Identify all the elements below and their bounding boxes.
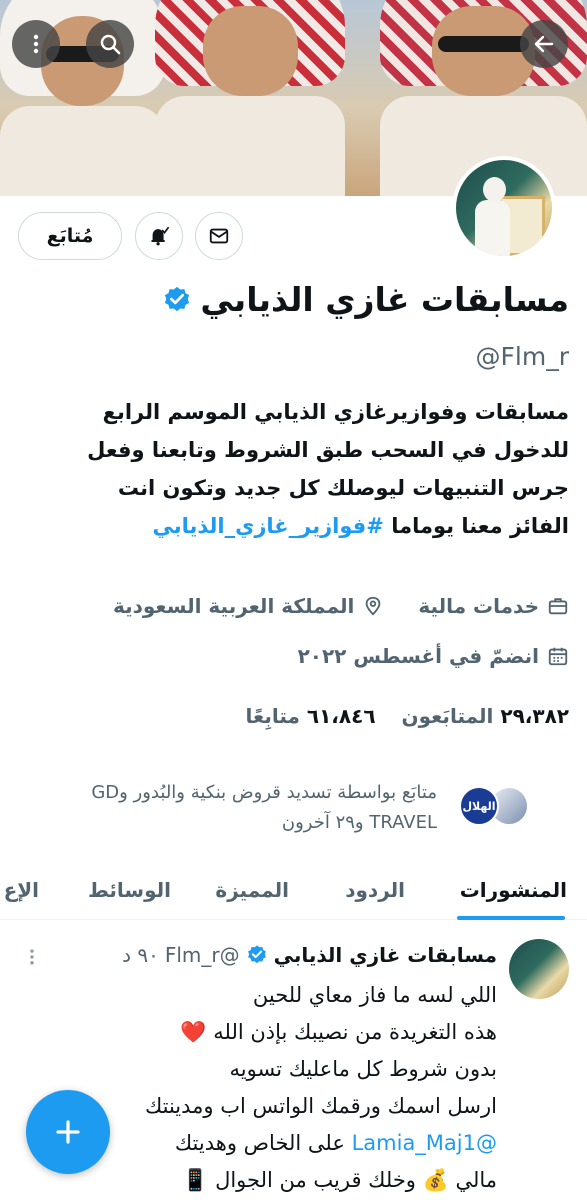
profile-avatar[interactable]: [452, 156, 556, 260]
message-button[interactable]: [195, 212, 243, 260]
banner-person-center: [155, 0, 345, 196]
post-line: اللي لسه ما فاز معاي للحين: [252, 983, 497, 1007]
mini-avatar: الهلال: [459, 786, 499, 826]
notifications-button[interactable]: [135, 212, 183, 260]
active-tab-indicator: [457, 916, 565, 920]
bio-line: الفائز معنا يوماما #فوازير_غازي_الذيابي: [16, 507, 569, 545]
more-vertical-icon: [33, 34, 39, 54]
bio-text: الفائز معنا يوماما: [383, 514, 569, 538]
profile-joined: انضمّ في أغسطس ٢٠٢٢: [298, 644, 569, 668]
search-button[interactable]: [86, 20, 134, 68]
follow-counts: ٢٩،٣٨٢ المتابَعون ٦١،٨٤٦ متابِعًا: [246, 704, 569, 728]
location-pin-icon: [366, 596, 381, 616]
joined-date: انضمّ في أغسطس ٢٠٢٢: [297, 644, 539, 668]
post-header: مسابقات غازي الذيابي @Flm_r ٩٠ د: [20, 937, 497, 973]
followed-by[interactable]: الهلال متابَع بواسطة تسديد قروض بنكية وا…: [14, 776, 569, 840]
followed-by-text: متابَع بواسطة تسديد قروض بنكية والبُدور …: [14, 778, 437, 838]
compose-button[interactable]: [26, 1090, 110, 1174]
followers-count: ٦١،٨٤٦: [306, 704, 376, 728]
briefcase-icon: [548, 598, 568, 615]
profile-name: مسابقات غازي الذيابي: [162, 280, 569, 319]
followed-by-line: TRAVEL و٢٩ آخرون: [281, 812, 437, 833]
post-author-handle: @Flm_r: [164, 943, 240, 967]
calendar-icon: [548, 647, 568, 666]
tab-media[interactable]: الوسائط: [88, 878, 171, 902]
followed-by-avatars: الهلال: [429, 786, 529, 830]
bio-line: للدخول في السحب طبق الشروط وتابعنا وفعل: [87, 438, 569, 462]
post-avatar[interactable]: [509, 939, 569, 999]
following-count-link[interactable]: ٢٩،٣٨٢ المتابَعون: [402, 704, 569, 728]
followers-count-link[interactable]: ٦١،٨٤٦ متابِعًا: [246, 704, 376, 728]
following-button[interactable]: مُتابَع: [18, 212, 122, 260]
compose-plus-icon: [56, 1120, 80, 1144]
bell-icon: [151, 226, 169, 246]
post-line: هذه التغريدة من نصيبك بإذن الله ❤️: [180, 1020, 497, 1044]
search-icon: [100, 34, 121, 55]
following-label: المتابَعون: [401, 704, 494, 728]
back-arrow-icon: [534, 35, 554, 53]
tab-likes[interactable]: الإع: [4, 878, 39, 902]
profile-tabs: المنشورات الردود المميزة الوسائط الإع: [0, 862, 587, 920]
tab-highlights[interactable]: المميزة: [215, 878, 289, 902]
profile-category[interactable]: خدمات مالية: [418, 594, 539, 618]
back-button[interactable]: [520, 20, 568, 68]
tab-posts[interactable]: المنشورات: [460, 878, 567, 902]
more-options-button[interactable]: [12, 20, 60, 68]
following-count: ٢٩،٣٨٢: [500, 704, 569, 728]
bio-hashtag-link[interactable]: #فوازير_غازي_الذيابي: [152, 514, 383, 538]
post-more-button[interactable]: [22, 947, 42, 971]
profile-meta: خدمات مالية المملكة العربية السعودية: [113, 594, 569, 618]
post-mention-link[interactable]: @Lamia_Maj1: [352, 1131, 497, 1155]
post-text-segment: على الخاص وهديتك: [174, 1131, 352, 1155]
bio-line: مسابقات وفوازيرغازي الذيابي الموسم الراب…: [102, 400, 569, 424]
bio-line: جرس التنبيهات ليوصلك كل جديد وتكون انت: [117, 476, 569, 500]
verified-badge-icon[interactable]: [162, 285, 192, 315]
profile-name-text: مسابقات غازي الذيابي: [200, 280, 569, 319]
profile-handle: @Flm_r: [475, 342, 569, 371]
post-author-name[interactable]: مسابقات غازي الذيابي: [274, 943, 497, 967]
mail-icon: [209, 228, 229, 244]
profile-location: المملكة العربية السعودية: [112, 594, 355, 618]
verified-badge-icon: [246, 944, 268, 966]
profile-bio: مسابقات وفوازيرغازي الذيابي الموسم الراب…: [16, 393, 569, 545]
post-time[interactable]: ٩٠ د: [122, 943, 159, 967]
followers-label: متابِعًا: [245, 704, 300, 728]
post-line: بدون شروط كل ماعليك تسويه: [229, 1057, 497, 1081]
post-line: مالي 💰 وخلك قريب من الجوال 📱: [182, 1168, 497, 1192]
more-vertical-icon: [30, 949, 34, 965]
followed-by-line: متابَع بواسطة تسديد قروض بنكية والبُدور …: [91, 782, 437, 803]
tab-replies[interactable]: الردود: [345, 878, 405, 902]
